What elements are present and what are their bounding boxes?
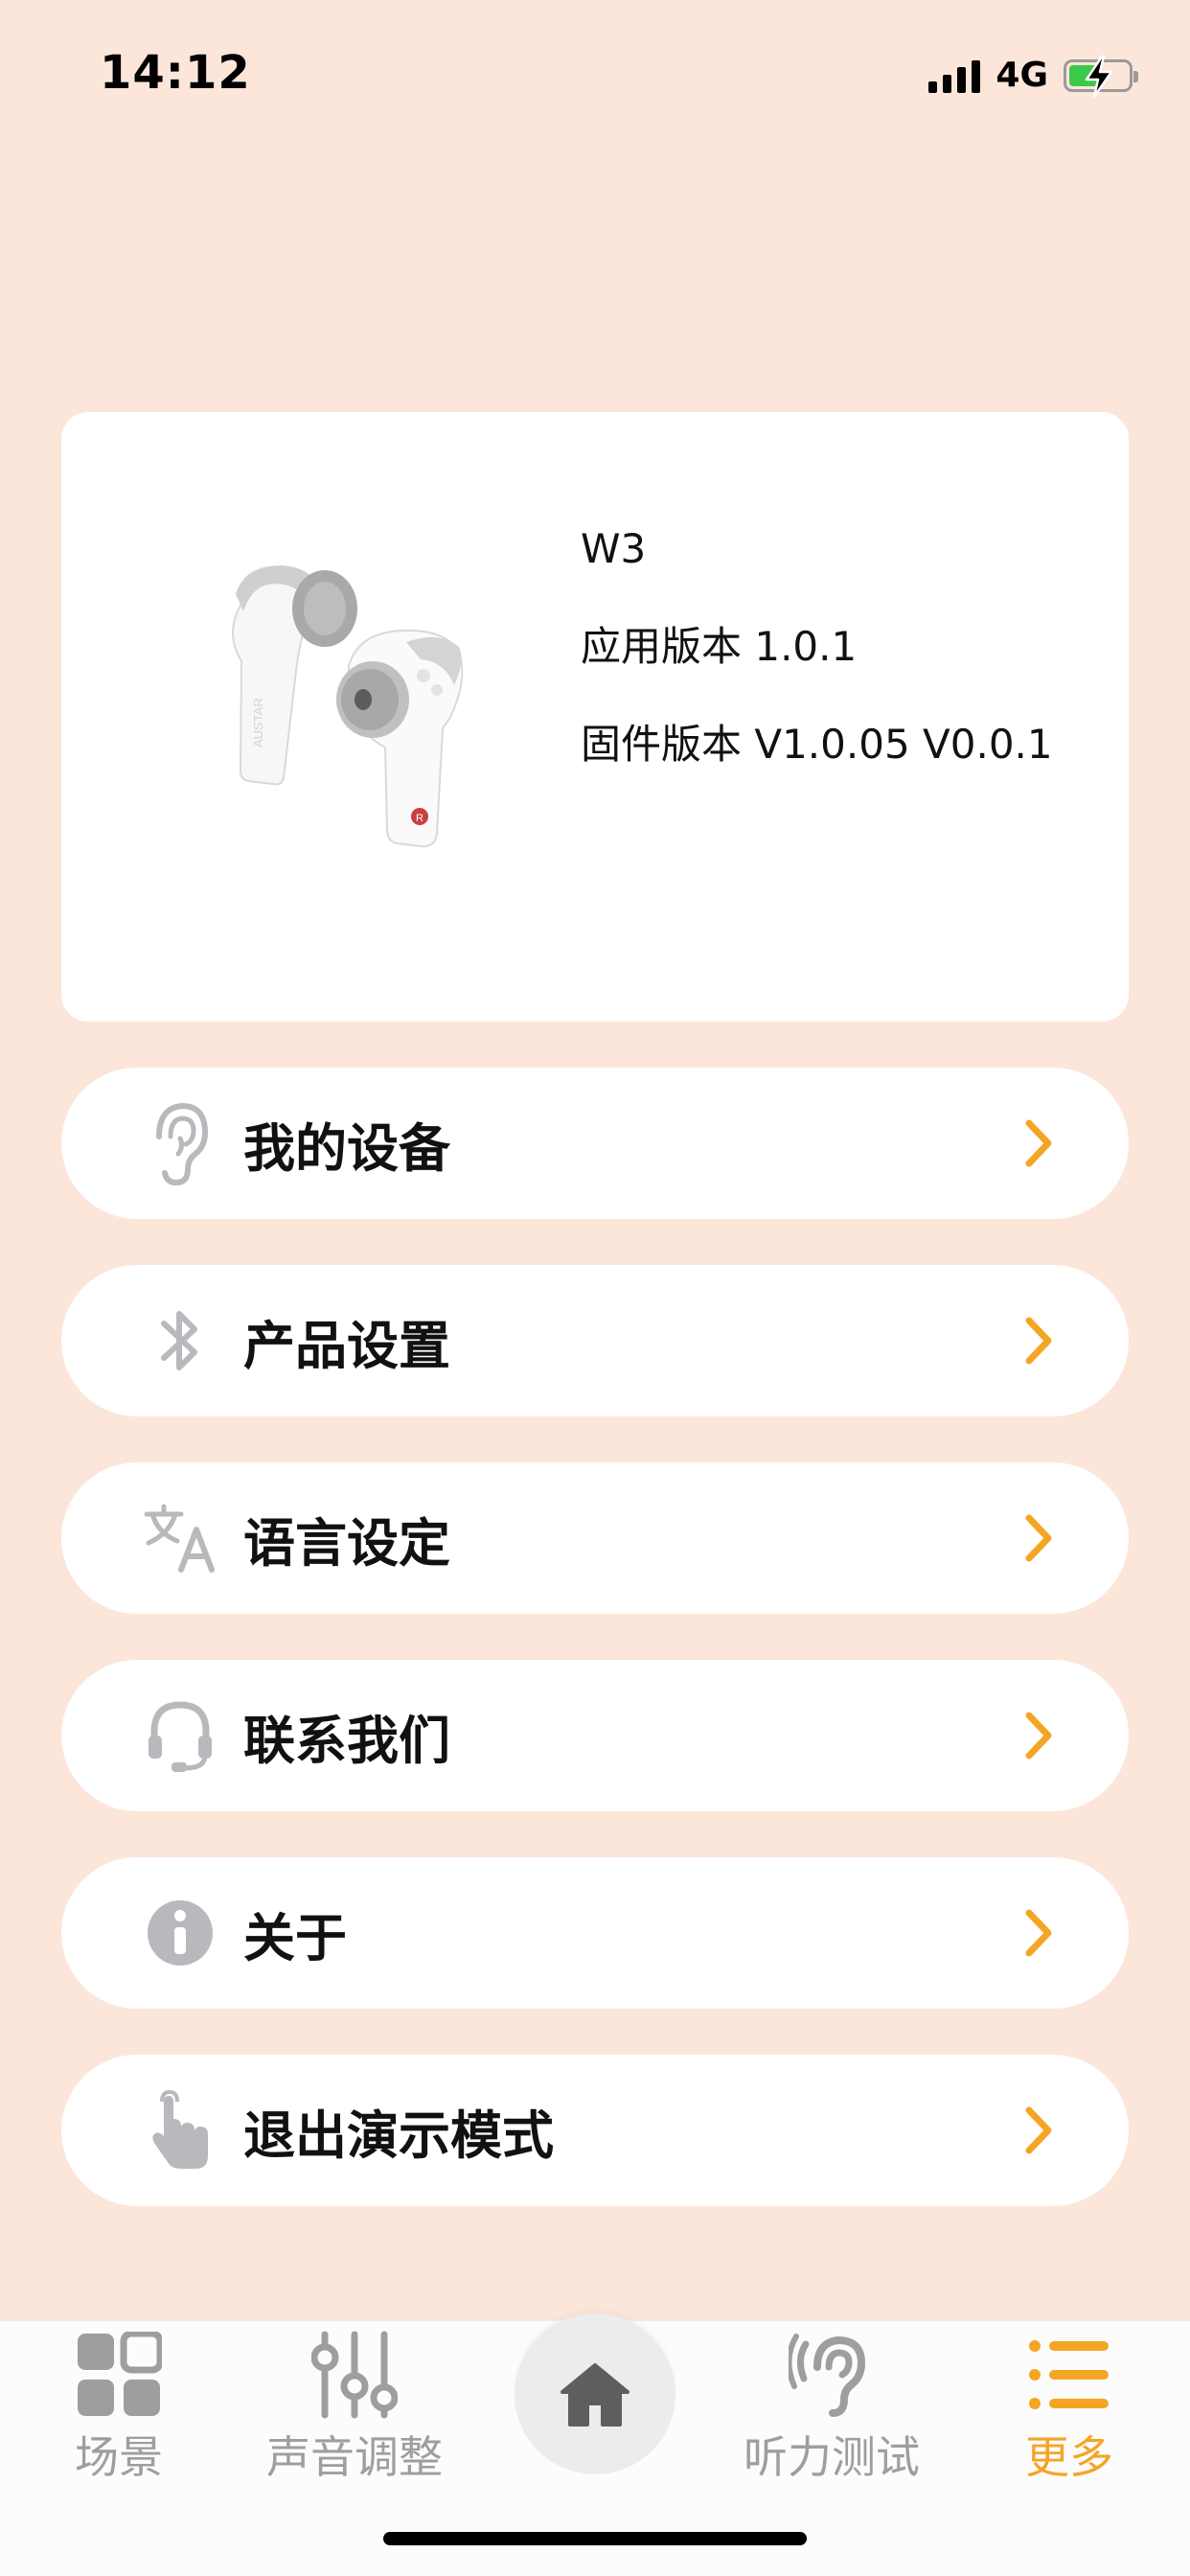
menu-label: 语言设定	[243, 1512, 450, 1574]
tap-hand-icon	[142, 2087, 218, 2174]
device-name: W3	[581, 525, 647, 572]
headset-icon	[142, 1692, 218, 1779]
tab-sound-adjust[interactable]: 声音调整	[249, 2321, 460, 2486]
menu-item-language[interactable]: 语言设定	[61, 1462, 1129, 1614]
menu-item-about[interactable]: 关于	[61, 1857, 1129, 2009]
earbuds-image: AUSTAR R	[215, 556, 540, 862]
device-card: AUSTAR R W3 应用版本 1.0.1 固件版本 V1.0.05 V0.0…	[61, 412, 1129, 1022]
list-icon	[1028, 2329, 1110, 2421]
ear-icon	[142, 1100, 218, 1186]
info-icon	[142, 1890, 218, 1976]
menu-label: 我的设备	[243, 1117, 450, 1179]
hearing-icon	[789, 2329, 875, 2421]
menu-item-my-device[interactable]: 我的设备	[61, 1068, 1129, 1219]
status-bar: 14:12 4G	[0, 0, 1190, 144]
home-button[interactable]	[515, 2313, 675, 2474]
translate-icon	[142, 1495, 218, 1581]
chevron-right-icon	[1019, 1115, 1058, 1172]
tab-hearing-test[interactable]: 听力测试	[726, 2321, 937, 2486]
tab-scenes[interactable]: 场景	[13, 2321, 224, 2486]
home-icon	[561, 2363, 629, 2426]
bolt-icon	[1085, 55, 1113, 98]
status-indicators: 4G	[928, 55, 1138, 98]
chevron-right-icon	[1019, 1312, 1058, 1369]
settings-menu: 我的设备 产品设置 语言设定 联系我们 关于 退出演示模式	[61, 1068, 1129, 2252]
tab-label: 听力测试	[744, 2431, 920, 2483]
menu-label: 关于	[243, 1907, 347, 1968]
svg-text:R: R	[416, 813, 423, 824]
tab-more[interactable]: 更多	[964, 2321, 1175, 2486]
chevron-right-icon	[1019, 1509, 1058, 1567]
firmware-version: 固件版本 V1.0.05 V0.0.1	[581, 721, 1053, 768]
menu-item-exit-demo[interactable]: 退出演示模式	[61, 2055, 1129, 2206]
device-info: W3 应用版本 1.0.1 固件版本 V1.0.05 V0.0.1	[581, 529, 1053, 822]
menu-label: 退出演示模式	[243, 2104, 554, 2166]
chevron-right-icon	[1019, 2102, 1058, 2159]
tab-label: 场景	[75, 2431, 163, 2483]
battery-charging-icon	[1064, 55, 1138, 98]
chevron-right-icon	[1019, 1707, 1058, 1764]
home-indicator	[383, 2532, 807, 2545]
tab-label: 声音调整	[266, 2431, 443, 2483]
menu-item-product-settings[interactable]: 产品设置	[61, 1265, 1129, 1416]
network-label: 4G	[995, 56, 1048, 95]
menu-label: 联系我们	[243, 1710, 450, 1771]
sliders-icon	[311, 2329, 398, 2421]
grid-icon	[76, 2329, 162, 2421]
status-time: 14:12	[100, 46, 251, 100]
signal-icon	[928, 58, 981, 93]
tab-label: 更多	[1025, 2431, 1113, 2483]
menu-label: 产品设置	[243, 1315, 450, 1376]
svg-text:AUSTAR: AUSTAR	[251, 698, 265, 748]
chevron-right-icon	[1019, 1904, 1058, 1962]
app-version: 应用版本 1.0.1	[581, 623, 858, 670]
menu-item-contact-us[interactable]: 联系我们	[61, 1660, 1129, 1811]
bluetooth-icon	[142, 1298, 218, 1384]
